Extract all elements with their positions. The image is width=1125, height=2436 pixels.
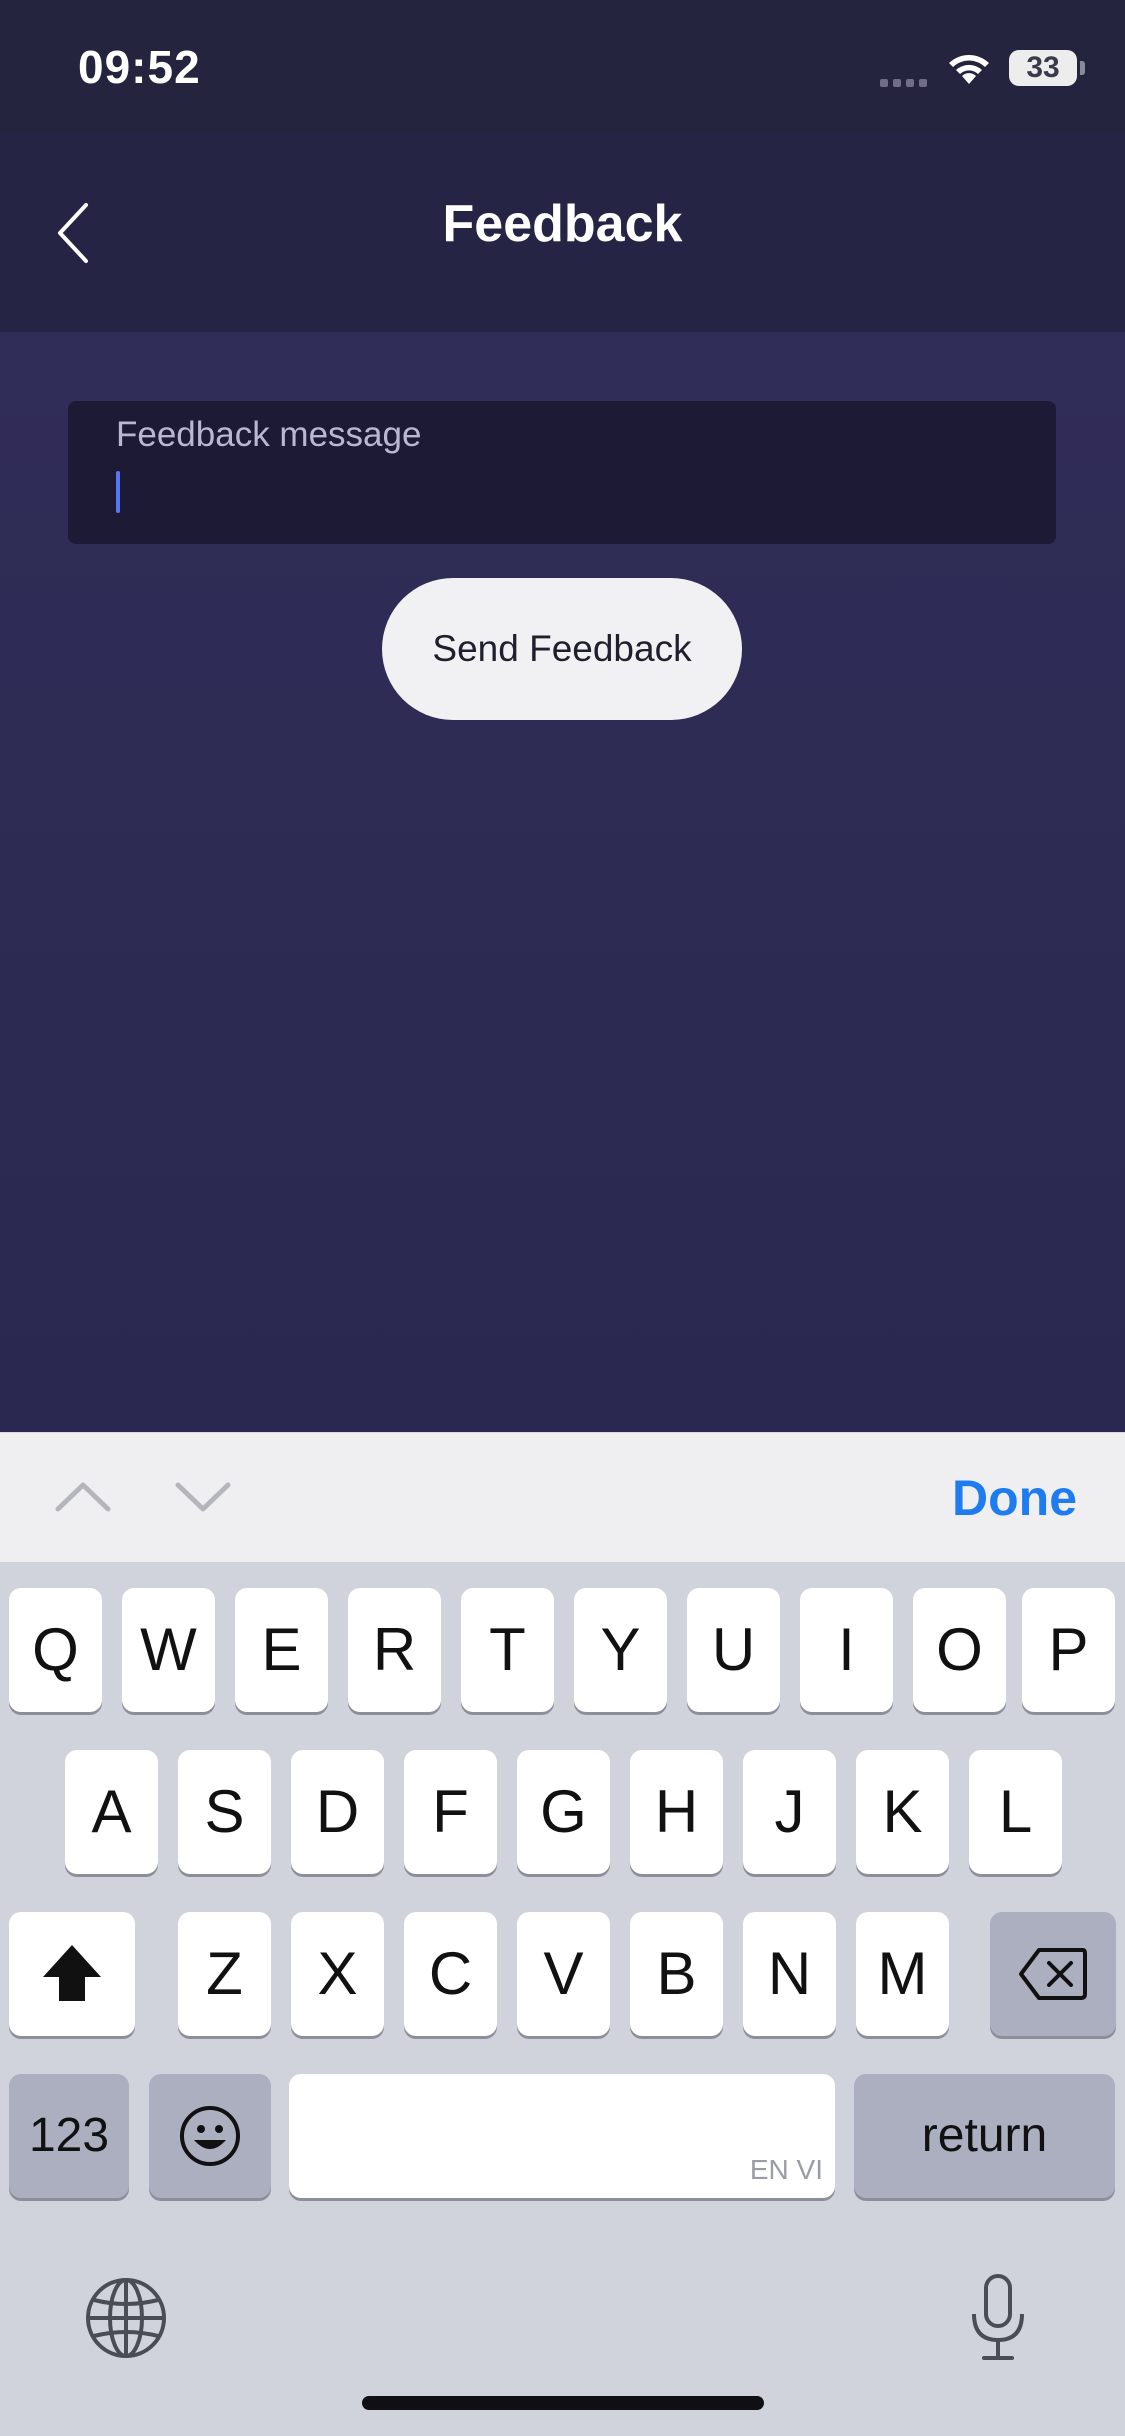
emoji-face-icon bbox=[180, 2106, 240, 2166]
feedback-message-label: Feedback message bbox=[116, 415, 422, 454]
key-i[interactable]: I bbox=[800, 1588, 893, 1712]
key-l[interactable]: L bbox=[969, 1750, 1062, 1874]
main-content: Feedback message Send Feedback bbox=[0, 332, 1125, 1432]
key-j[interactable]: J bbox=[743, 1750, 836, 1874]
cellular-signal-icon bbox=[880, 74, 932, 92]
key-m[interactable]: M bbox=[856, 1912, 949, 2036]
status-time: 09:52 bbox=[78, 41, 201, 93]
keyboard-accessory-bar: Done bbox=[0, 1432, 1125, 1563]
done-button[interactable]: Done bbox=[952, 1469, 1077, 1527]
key-p[interactable]: P bbox=[1022, 1588, 1115, 1712]
key-d[interactable]: D bbox=[291, 1750, 384, 1874]
battery-level: 33 bbox=[1026, 51, 1060, 84]
text-caret bbox=[116, 471, 120, 513]
key-e[interactable]: E bbox=[235, 1588, 328, 1712]
key-x[interactable]: X bbox=[291, 1912, 384, 2036]
numbers-key[interactable]: 123 bbox=[9, 2074, 129, 2198]
space-key[interactable]: EN VI bbox=[289, 2074, 835, 2198]
previous-field-chevron-up-icon[interactable] bbox=[52, 1471, 114, 1521]
key-y[interactable]: Y bbox=[574, 1588, 667, 1712]
key-n[interactable]: N bbox=[743, 1912, 836, 2036]
shift-key[interactable] bbox=[9, 1912, 135, 2036]
header: Feedback bbox=[0, 132, 1125, 332]
backspace-icon bbox=[1019, 1948, 1087, 2000]
send-feedback-button[interactable]: Send Feedback bbox=[382, 578, 742, 720]
key-q[interactable]: Q bbox=[9, 1588, 102, 1712]
battery-tip bbox=[1080, 61, 1085, 75]
key-o[interactable]: O bbox=[913, 1588, 1006, 1712]
key-v[interactable]: V bbox=[517, 1912, 610, 2036]
wifi-icon bbox=[949, 55, 989, 84]
next-field-chevron-down-icon[interactable] bbox=[172, 1471, 234, 1521]
home-indicator bbox=[362, 2396, 764, 2410]
key-r[interactable]: R bbox=[348, 1588, 441, 1712]
feedback-message-input[interactable]: Feedback message bbox=[68, 401, 1056, 544]
key-g[interactable]: G bbox=[517, 1750, 610, 1874]
page-title: Feedback bbox=[442, 195, 683, 253]
key-h[interactable]: H bbox=[630, 1750, 723, 1874]
space-language-hint: EN VI bbox=[749, 2154, 823, 2185]
key-t[interactable]: T bbox=[461, 1588, 554, 1712]
keyboard: Q W E R T Y U I O P A S D F G H J K L Z … bbox=[0, 1562, 1125, 2436]
delete-key[interactable] bbox=[990, 1912, 1116, 2036]
return-key[interactable]: return bbox=[854, 2074, 1115, 2198]
key-b[interactable]: B bbox=[630, 1912, 723, 2036]
key-a[interactable]: A bbox=[65, 1750, 158, 1874]
key-u[interactable]: U bbox=[687, 1588, 780, 1712]
status-bar: 09:52 33 bbox=[0, 0, 1125, 132]
globe-icon[interactable] bbox=[84, 2276, 168, 2360]
emoji-key[interactable] bbox=[149, 2074, 271, 2198]
key-w[interactable]: W bbox=[122, 1588, 215, 1712]
key-s[interactable]: S bbox=[178, 1750, 271, 1874]
key-f[interactable]: F bbox=[404, 1750, 497, 1874]
shift-arrow-icon bbox=[43, 1945, 101, 2001]
key-c[interactable]: C bbox=[404, 1912, 497, 2036]
key-k[interactable]: K bbox=[856, 1750, 949, 1874]
key-z[interactable]: Z bbox=[178, 1912, 271, 2036]
microphone-icon[interactable] bbox=[966, 2272, 1030, 2364]
battery-icon: 33 bbox=[1009, 50, 1077, 86]
